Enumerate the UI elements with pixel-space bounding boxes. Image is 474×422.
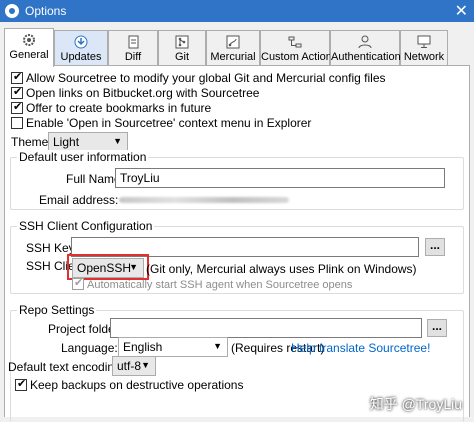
watermark: 知乎 @TroyLiu <box>369 396 462 412</box>
keep-backups-checkbox[interactable] <box>15 377 27 391</box>
language-value: English <box>123 340 163 354</box>
chevron-down-icon: ▼ <box>213 341 222 351</box>
user-info-legend: Default user information <box>17 150 149 164</box>
actions-icon <box>287 35 303 49</box>
tab-strip: General Updates Diff Git Mercurial Custo… <box>4 28 470 67</box>
context-menu-option[interactable]: Enable 'Open in Sourcetree' context menu… <box>11 116 311 130</box>
tab-label: Diff <box>124 51 142 63</box>
project-folder-browse-button[interactable]: ... <box>427 319 447 337</box>
encoding-label: Default text encoding: <box>8 360 125 374</box>
tab-label: Mercurial <box>210 51 256 63</box>
sourcetree-logo-icon <box>5 4 19 18</box>
tab-label: Git <box>174 51 190 63</box>
git-icon <box>174 35 190 49</box>
offer-bookmarks-checkbox[interactable] <box>11 100 23 114</box>
open-links-option[interactable]: Open links on Bitbucket.org with Sourcet… <box>11 85 260 100</box>
ssh-client-note: (Git only, Mercurial always uses Plink o… <box>146 262 417 276</box>
tab-authentication[interactable]: Authentication <box>330 30 401 66</box>
title-bar: Options ✕ <box>0 0 474 22</box>
email-label: Email address: <box>39 193 119 207</box>
tab-general[interactable]: General <box>4 28 54 67</box>
ssh-config-group: SSH Client Configuration SSH Key: ... SS… <box>10 219 464 294</box>
general-panel: Allow Sourcetree to modify your global G… <box>4 65 470 422</box>
keep-backups-label: Keep backups on destructive operations <box>30 378 244 392</box>
auto-start-agent-label: Automatically start SSH agent when Sourc… <box>87 279 353 291</box>
encoding-select[interactable]: utf-8 ▼ <box>112 356 156 376</box>
tab-mercurial[interactable]: Mercurial <box>206 30 260 66</box>
tab-diff[interactable]: Diff <box>108 30 158 66</box>
tab-label: General <box>9 49 49 61</box>
full-name-field[interactable]: TroyLiu <box>115 168 445 188</box>
gear-icon <box>21 33 37 47</box>
user-info-group: Default user information Full Name: Troy… <box>10 150 464 210</box>
project-folder-field[interactable] <box>110 318 422 338</box>
allow-modify-config-label: Allow Sourcetree to modify your global G… <box>26 71 386 85</box>
context-menu-checkbox[interactable] <box>11 117 23 129</box>
translate-link[interactable]: Help translate Sourcetree! <box>291 341 430 355</box>
monitor-icon <box>416 35 432 49</box>
keep-backups-option[interactable]: Keep backups on destructive operations <box>15 377 244 392</box>
repo-settings-legend: Repo Settings <box>17 303 97 317</box>
tab-label: Network <box>403 51 445 63</box>
chevron-down-icon: ▼ <box>113 136 122 146</box>
close-icon[interactable]: ✕ <box>455 1 468 21</box>
tab-git[interactable]: Git <box>158 30 206 66</box>
context-menu-label: Enable 'Open in Sourcetree' context menu… <box>26 116 312 130</box>
ssh-config-legend: SSH Client Configuration <box>17 219 155 233</box>
offer-bookmarks-label: Offer to create bookmarks in future <box>26 101 212 115</box>
window-title: Options <box>25 4 67 18</box>
language-label: Language: <box>61 341 118 355</box>
mercurial-icon <box>225 35 241 49</box>
allow-modify-config-checkbox[interactable] <box>11 70 23 84</box>
document-icon <box>125 35 141 49</box>
theme-value: Light <box>53 135 80 149</box>
tab-label: Custom Actions <box>261 51 338 63</box>
tab-updates[interactable]: Updates <box>54 30 108 66</box>
encoding-value: utf-8 <box>117 359 142 373</box>
tab-custom-actions[interactable]: Custom Actions <box>260 30 338 66</box>
language-select[interactable]: English ▼ <box>118 337 228 357</box>
open-links-label: Open links on Bitbucket.org with Sourcet… <box>26 86 260 100</box>
open-links-checkbox[interactable] <box>11 85 23 99</box>
auto-start-agent-checkbox[interactable] <box>72 276 84 290</box>
tab-network[interactable]: Network <box>400 30 448 66</box>
theme-select[interactable]: Light ▼ <box>48 132 128 152</box>
allow-modify-config-option[interactable]: Allow Sourcetree to modify your global G… <box>11 70 386 85</box>
chevron-down-icon: ▼ <box>141 360 150 370</box>
download-icon <box>73 35 89 49</box>
theme-label: Theme: <box>11 135 52 149</box>
person-icon <box>357 35 373 49</box>
tab-label: Updates <box>60 51 102 63</box>
tab-label: Authentication <box>331 51 401 63</box>
auto-start-agent-option[interactable]: Automatically start SSH agent when Sourc… <box>72 276 353 291</box>
offer-bookmarks-option[interactable]: Offer to create bookmarks in future <box>11 100 212 115</box>
ssh-key-browse-button[interactable]: ... <box>425 238 445 256</box>
email-redacted-value <box>119 197 289 203</box>
